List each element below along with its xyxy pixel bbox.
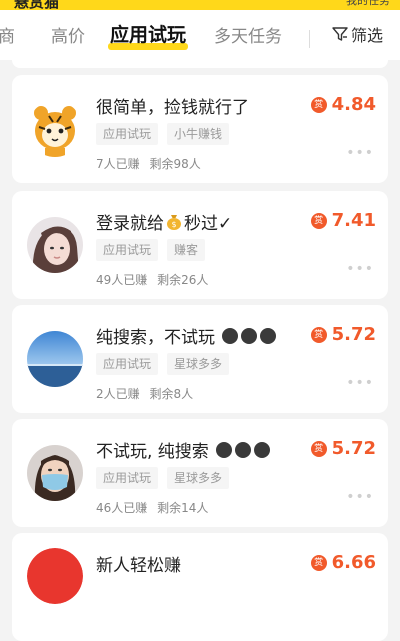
category-tab-bar: 商 高价 应用试玩 多天任务 筛选 [0, 10, 400, 60]
earned-count: 49人已赚 [96, 273, 148, 287]
reward-badge-icon: 赏 [310, 212, 327, 229]
filter-icon [332, 27, 348, 41]
more-options-icon[interactable]: ••• [346, 375, 374, 391]
svg-text:$: $ [171, 220, 176, 229]
my-tasks-link[interactable]: 我的任务 [346, 0, 390, 8]
remaining-count: 剩余26人 [157, 273, 209, 287]
tab-multi-day[interactable]: 多天任务 [214, 22, 282, 47]
black-circle-icons [213, 441, 270, 463]
reward-badge-icon: 赏 [310, 440, 327, 457]
reward-amount: 赏 6.66 [310, 552, 376, 573]
tab-high-price[interactable]: 高价 [51, 22, 85, 47]
task-tag: 赚客 [167, 239, 206, 261]
reward-badge-icon: 赏 [310, 96, 327, 113]
reward-amount: 赏 5.72 [310, 438, 376, 459]
earned-count: 7人已赚 [96, 157, 140, 171]
remaining-count: 剩余98人 [149, 157, 201, 171]
tab-app-trial-label: 应用试玩 [110, 24, 187, 46]
app-header: 悬赏猫 我的任务 [0, 0, 400, 10]
previous-card-stub [12, 60, 388, 68]
reward-value: 4.84 [331, 94, 376, 115]
reward-amount: 赏 5.72 [310, 324, 376, 345]
reward-value: 6.66 [331, 552, 376, 573]
earned-count: 2人已赚 [96, 387, 140, 401]
girl-photo-avatar [27, 217, 83, 273]
reward-value: 5.72 [331, 324, 376, 345]
task-title-suffix: 秒过✓ [184, 214, 233, 234]
task-title: 不试玩, 纯搜索 [96, 437, 270, 463]
more-options-icon[interactable]: ••• [346, 145, 374, 161]
tab-partial[interactable]: 商 [0, 22, 15, 47]
red-badge-avatar [27, 548, 83, 604]
task-tag: 应用试玩 [96, 467, 159, 489]
app-title: 悬赏猫 [14, 0, 60, 10]
task-title: 很简单，捡钱就行了 [96, 98, 249, 118]
remaining-count: 剩余8人 [149, 387, 194, 401]
task-tag: 小牛赚钱 [167, 123, 230, 145]
task-card[interactable]: 不试玩, 纯搜索 应用试玩 星球多多 46人已赚 剩余14人 赏 5.72 ••… [12, 419, 388, 527]
task-title-text: 不试玩, 纯搜索 [96, 442, 209, 462]
task-card[interactable]: 很简单，捡钱就行了 应用试玩 小牛赚钱 7人已赚 剩余98人 赏 4.84 ••… [12, 75, 388, 183]
filter-button[interactable]: 筛选 [332, 22, 383, 46]
task-tag: 星球多多 [167, 353, 230, 375]
task-card[interactable]: 登录就给 $ 秒过✓ 应用试玩 赚客 49人已赚 剩余26人 赏 7.41 ••… [12, 191, 388, 299]
task-title: 新人轻松赚 [96, 556, 181, 576]
task-tag: 应用试玩 [96, 123, 159, 145]
task-stats: 46人已赚 剩余14人 [96, 499, 208, 516]
task-stats: 49人已赚 剩余26人 [96, 271, 208, 288]
task-tag: 星球多多 [167, 467, 230, 489]
masked-girl-avatar [27, 445, 83, 501]
reward-badge-icon: 赏 [310, 554, 327, 571]
reward-badge-icon: 赏 [310, 326, 327, 343]
sea-sky-avatar [27, 331, 83, 387]
reward-amount: 赏 4.84 [310, 94, 376, 115]
tiger-cartoon-avatar [27, 101, 83, 157]
earned-count: 46人已赚 [96, 501, 148, 515]
filter-label: 筛选 [351, 26, 384, 45]
reward-value: 5.72 [331, 438, 376, 459]
black-circle-icons [219, 327, 276, 349]
task-tag: 应用试玩 [96, 239, 159, 261]
task-stats: 2人已赚 剩余8人 [96, 385, 193, 402]
more-options-icon[interactable]: ••• [346, 261, 374, 277]
task-card[interactable]: 纯搜索，不试玩 应用试玩 星球多多 2人已赚 剩余8人 赏 5.72 ••• [12, 305, 388, 413]
money-bag-icon: $ [166, 213, 182, 235]
task-stats: 7人已赚 剩余98人 [96, 155, 201, 172]
tab-app-trial[interactable]: 应用试玩 [110, 20, 186, 47]
task-card[interactable]: 新人轻松赚 赏 6.66 [12, 533, 388, 641]
more-options-icon[interactable]: ••• [346, 489, 374, 505]
task-title-text: 登录就给 [96, 214, 164, 234]
reward-amount: 赏 7.41 [310, 210, 376, 231]
tab-divider [309, 30, 310, 48]
task-title-text: 纯搜索，不试玩 [96, 328, 215, 348]
remaining-count: 剩余14人 [157, 501, 209, 515]
task-title: 登录就给 $ 秒过✓ [96, 209, 232, 235]
task-title: 纯搜索，不试玩 [96, 323, 276, 349]
reward-value: 7.41 [331, 210, 376, 231]
task-tag: 应用试玩 [96, 353, 159, 375]
